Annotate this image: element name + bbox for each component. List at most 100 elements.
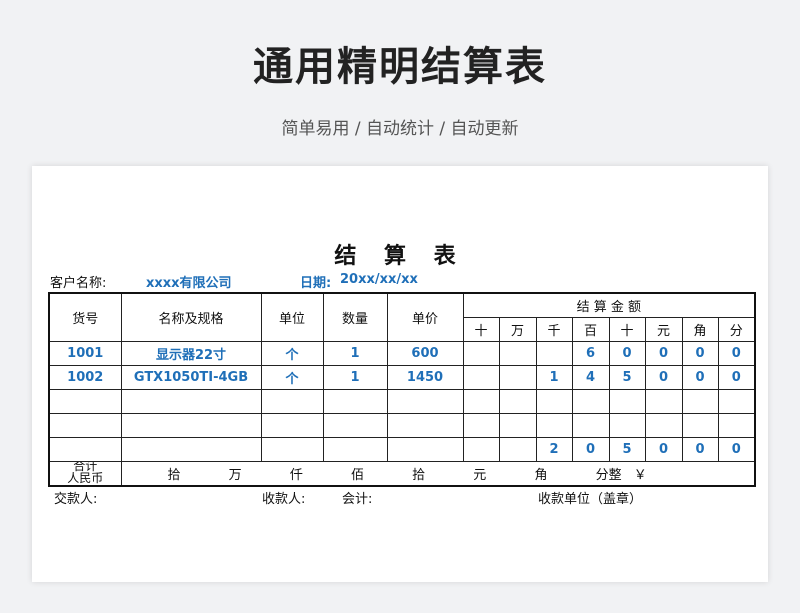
digit-header: 角 xyxy=(681,317,719,342)
cell-digit[interactable] xyxy=(681,389,719,414)
cell-digit[interactable] xyxy=(535,413,573,438)
yuan-sign: ￥ xyxy=(633,468,647,483)
customer-label: 客户名称: xyxy=(50,276,107,291)
cell-digit[interactable] xyxy=(535,389,573,414)
cell-unit[interactable]: 个 xyxy=(260,341,324,366)
settlement-sheet: 结 算 表 客户名称: xxxx有限公司 日期: 20xx/xx/xx 货号 名… xyxy=(32,166,768,582)
cell-qty[interactable]: 1 xyxy=(322,365,388,390)
cell-unit[interactable] xyxy=(260,413,324,438)
cell-name[interactable]: GTX1050TI-4GB xyxy=(120,365,262,390)
date-label: 日期: xyxy=(300,276,332,291)
cell-digit[interactable]: 0 xyxy=(608,341,646,366)
cell-digit[interactable] xyxy=(462,365,500,390)
total-digit xyxy=(462,437,500,462)
total-amount-row: 合计 人民币 拾 万 仟 佰 拾 元 角 分整 ￥ xyxy=(48,461,756,487)
header-code: 货号 xyxy=(48,292,122,342)
cell-digit[interactable] xyxy=(498,389,537,414)
cell-code[interactable] xyxy=(48,413,122,438)
cell-digit[interactable]: 0 xyxy=(644,341,683,366)
table-row: 1002 GTX1050TI-4GB 个 1 1450 1 4 5 0 0 0 xyxy=(48,365,756,390)
cell-digit[interactable] xyxy=(717,389,756,414)
cell-qty[interactable]: 1 xyxy=(322,341,388,366)
cell-digit[interactable] xyxy=(681,413,719,438)
header-qty: 数量 xyxy=(322,292,388,342)
cell-unit[interactable] xyxy=(260,389,324,414)
payer-label: 交款人: xyxy=(54,492,98,507)
cell-digit[interactable] xyxy=(462,389,500,414)
cell-digit[interactable] xyxy=(717,413,756,438)
cell-qty[interactable] xyxy=(322,389,388,414)
cell-digit[interactable] xyxy=(644,389,683,414)
digit-header: 十 xyxy=(608,317,646,342)
cell-digit[interactable] xyxy=(608,413,646,438)
cell-price[interactable]: 600 xyxy=(386,341,464,366)
total-digit: 0 xyxy=(681,437,719,462)
total-digit: 0 xyxy=(571,437,610,462)
amount-in-words: 拾 万 仟 佰 拾 元 角 分整 ￥ xyxy=(120,461,756,487)
cell-digit[interactable]: 4 xyxy=(571,365,610,390)
cell-digit[interactable] xyxy=(608,389,646,414)
header-price: 单价 xyxy=(386,292,464,342)
digit-header: 十 xyxy=(462,317,500,342)
header-name: 名称及规格 xyxy=(120,292,262,342)
table-row: 1001 显示器22寸 个 1 600 6 0 0 0 0 xyxy=(48,341,756,366)
cell-digit[interactable] xyxy=(535,341,573,366)
total-digit: 0 xyxy=(717,437,756,462)
settlement-table: 货号 名称及规格 单位 数量 单价 结 算 金 额 十 万 千 百 十 元 角 … xyxy=(48,292,757,487)
unit-label: 拾 xyxy=(412,468,426,483)
receiving-unit-label: 收款单位（盖章） xyxy=(538,492,643,507)
customer-value: xxxx有限公司 xyxy=(146,276,232,291)
cell-digit[interactable]: 0 xyxy=(717,341,756,366)
cell-digit[interactable]: 6 xyxy=(571,341,610,366)
cell-digit[interactable] xyxy=(644,413,683,438)
unit-label: 元 xyxy=(473,468,487,483)
unit-label: 仟 xyxy=(289,468,303,483)
cell-code[interactable] xyxy=(48,389,122,414)
cell-name[interactable]: 显示器22寸 xyxy=(120,341,262,366)
hero-subtitle: 简单易用 / 自动统计 / 自动更新 xyxy=(281,119,519,139)
cell-digit[interactable] xyxy=(571,413,610,438)
cell-code[interactable]: 1002 xyxy=(48,365,122,390)
cell-digit[interactable] xyxy=(498,365,537,390)
cell-price[interactable] xyxy=(386,389,464,414)
cell-digit[interactable] xyxy=(462,341,500,366)
cell-digit[interactable] xyxy=(571,389,610,414)
cell-name[interactable] xyxy=(120,389,262,414)
cell-digit[interactable]: 0 xyxy=(681,341,719,366)
cell-name[interactable] xyxy=(120,413,262,438)
total-label: 合计 人民币 xyxy=(48,461,122,487)
digit-header: 百 xyxy=(571,317,610,342)
document-title: 结 算 表 xyxy=(334,244,466,269)
cell-price[interactable] xyxy=(386,413,464,438)
table-row xyxy=(48,389,756,414)
cell-digit[interactable] xyxy=(498,341,537,366)
total-digit: 0 xyxy=(644,437,683,462)
cell-digit[interactable]: 0 xyxy=(717,365,756,390)
header-unit: 单位 xyxy=(260,292,324,342)
cell-digit[interactable] xyxy=(462,413,500,438)
cell-digit[interactable]: 0 xyxy=(644,365,683,390)
total-digit: 2 xyxy=(535,437,573,462)
cell-unit[interactable]: 个 xyxy=(260,365,324,390)
cell-digit[interactable]: 1 xyxy=(535,365,573,390)
total-digits-row: 2 0 5 0 0 0 xyxy=(48,437,756,462)
accountant-label: 会计: xyxy=(342,492,373,507)
unit-label: 拾 xyxy=(167,468,181,483)
unit-label: 分整 xyxy=(595,468,622,483)
unit-label: 角 xyxy=(534,468,548,483)
payee-label: 收款人: xyxy=(262,492,306,507)
cell-price[interactable]: 1450 xyxy=(386,365,464,390)
table-row xyxy=(48,413,756,438)
date-value: 20xx/xx/xx xyxy=(340,272,418,287)
unit-label: 佰 xyxy=(350,468,364,483)
digit-header: 千 xyxy=(535,317,573,342)
cell-digit[interactable]: 5 xyxy=(608,365,646,390)
cell-qty[interactable] xyxy=(322,413,388,438)
cell-digit[interactable]: 0 xyxy=(681,365,719,390)
total-digit xyxy=(498,437,537,462)
total-digit: 5 xyxy=(608,437,646,462)
cell-digit[interactable] xyxy=(498,413,537,438)
digit-header: 万 xyxy=(498,317,537,342)
hero-title: 通用精明结算表 xyxy=(253,44,547,90)
cell-code[interactable]: 1001 xyxy=(48,341,122,366)
